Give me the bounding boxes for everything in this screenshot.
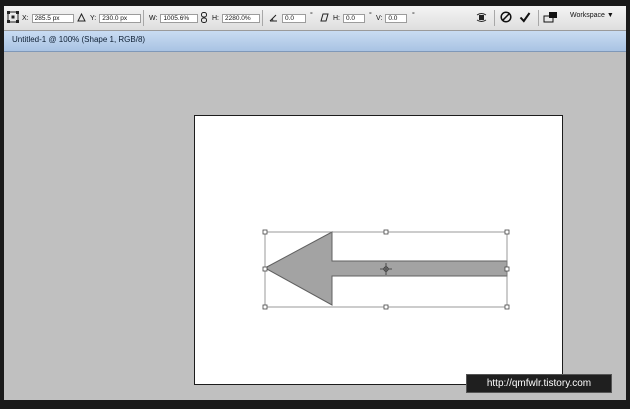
horizontal-skew-icon — [319, 12, 329, 22]
w-label: W: — [149, 14, 158, 22]
document-canvas[interactable] — [194, 115, 563, 385]
handle-top-right[interactable] — [504, 229, 510, 235]
warp-mode-icon[interactable] — [474, 10, 488, 24]
workspace-dropdown[interactable]: Workspace ▼ — [570, 12, 614, 19]
divider — [494, 10, 495, 26]
h-label: H: — [212, 14, 219, 22]
v-skew-label: V: — [376, 14, 383, 22]
reference-point-icon[interactable] — [7, 11, 19, 23]
rotate-field-group — [282, 13, 306, 23]
handle-middle-left[interactable] — [262, 266, 268, 272]
rotate-degree-unit: ° — [310, 12, 313, 19]
divider — [262, 10, 263, 26]
canvas-area[interactable] — [4, 52, 626, 400]
width-input[interactable] — [160, 13, 199, 23]
v-skew-degree-unit: ° — [412, 12, 415, 19]
handle-top-left[interactable] — [262, 229, 268, 235]
height-input[interactable] — [222, 13, 260, 23]
h-skew-degree-unit: ° — [369, 12, 372, 19]
workspace-label: Workspace — [570, 12, 605, 19]
h-skew-field-group: H: — [333, 13, 365, 23]
handle-middle-right[interactable] — [504, 266, 510, 272]
app-window: X: Y: W: H: — [0, 0, 630, 409]
divider — [538, 10, 539, 26]
options-bar: X: Y: W: H: — [4, 6, 626, 31]
document-tab-title[interactable]: Untitled-1 @ 100% (Shape 1, RGB/8) — [12, 35, 145, 44]
arrow-shape-layer[interactable] — [195, 116, 562, 384]
document-tab-bar: Untitled-1 @ 100% (Shape 1, RGB/8) — [4, 31, 626, 52]
handle-bottom-left[interactable] — [262, 304, 268, 310]
y-label: Y: — [90, 14, 97, 22]
y-position-field-group: Y: — [90, 13, 142, 23]
commit-transform-icon[interactable] — [518, 10, 532, 24]
height-field-group: H: — [212, 13, 260, 23]
relative-position-triangle-icon[interactable] — [76, 12, 86, 22]
h-skew-input[interactable] — [343, 13, 365, 23]
h-skew-label: H: — [333, 14, 340, 22]
rotate-angle-icon — [268, 12, 278, 22]
bridge-icon[interactable] — [542, 10, 558, 24]
x-position-field-group: X: — [22, 13, 74, 23]
rotate-input[interactable] — [282, 13, 306, 23]
handle-bottom-right[interactable] — [504, 304, 510, 310]
v-skew-field-group: V: — [376, 13, 408, 23]
v-skew-input[interactable] — [385, 13, 408, 23]
handle-bottom-center[interactable] — [383, 304, 389, 310]
y-position-input[interactable] — [99, 13, 142, 23]
x-position-input[interactable] — [31, 13, 74, 23]
cancel-transform-icon[interactable] — [499, 10, 513, 24]
handle-top-center[interactable] — [383, 229, 389, 235]
divider — [143, 10, 144, 26]
x-label: X: — [22, 14, 29, 22]
link-chain-icon[interactable] — [200, 11, 208, 23]
chevron-down-icon: ▼ — [606, 12, 614, 19]
width-field-group: W: — [149, 13, 199, 23]
watermark: http://qmfwlr.tistory.com — [466, 374, 612, 393]
